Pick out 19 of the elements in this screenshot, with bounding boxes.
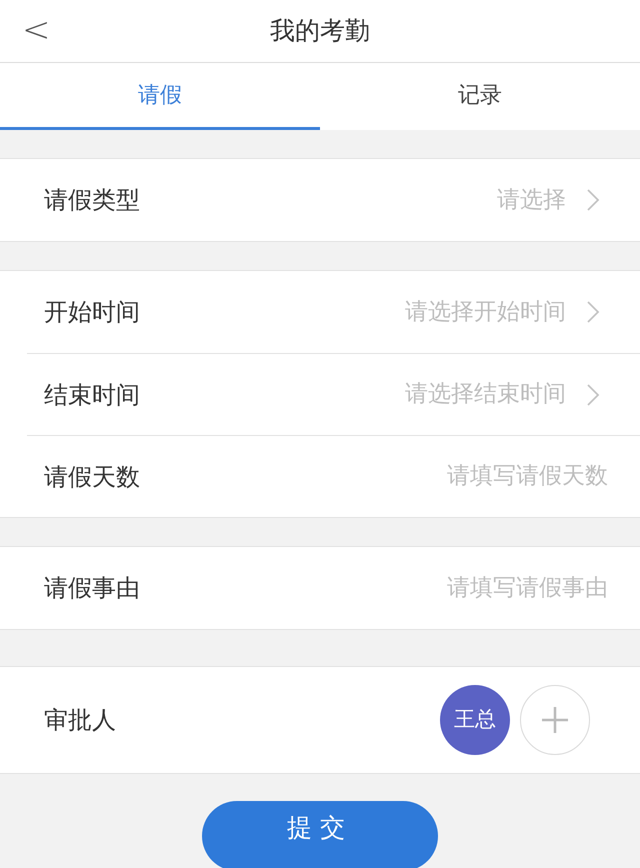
field-label: 结束时间 xyxy=(44,380,140,410)
field-label: 请假天数 xyxy=(44,462,140,492)
tab[interactable]: 请假 xyxy=(0,63,320,130)
back-button[interactable]: < xyxy=(22,8,50,52)
page-title: 我的考勤 xyxy=(270,15,370,48)
chevron-right-icon xyxy=(586,188,600,212)
field-label: 请假类型 xyxy=(44,185,140,216)
input-field[interactable]: 请填写请假天数 xyxy=(308,459,608,494)
plus-icon xyxy=(540,705,570,735)
input-field[interactable]: 请填写请假事由 xyxy=(308,570,608,606)
approver-avatar: 王总 xyxy=(440,685,510,755)
add-button[interactable] xyxy=(520,685,590,755)
field-label: 审批人 xyxy=(44,705,116,736)
field-label: 开始时间 xyxy=(44,297,140,328)
chevron-right-icon xyxy=(586,300,600,324)
chevron-right-icon xyxy=(586,382,600,406)
field-label: 请假事由 xyxy=(44,573,140,604)
tab[interactable]: 记录 xyxy=(320,63,640,130)
submit-button[interactable]: 提交 xyxy=(202,801,438,868)
